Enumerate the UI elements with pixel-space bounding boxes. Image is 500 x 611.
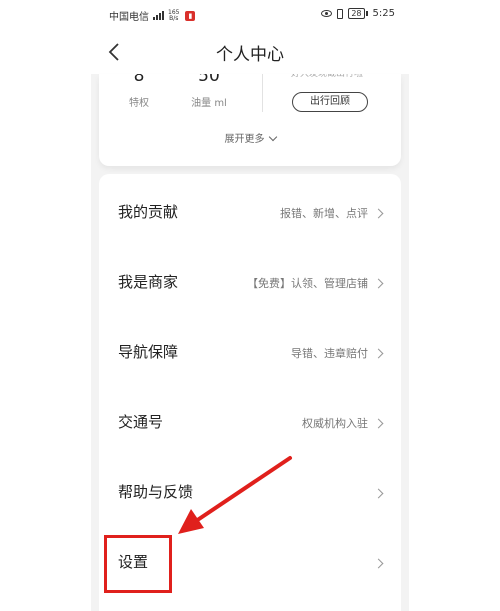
carrier-name: 中国电信 <box>109 12 149 23</box>
eye-icon <box>321 10 333 17</box>
chevron-right-icon <box>373 208 384 219</box>
chevron-down-icon <box>268 132 277 142</box>
net-speed: 165 B/s <box>168 8 180 22</box>
menu-item-merchant[interactable]: 我是商家 【免费】认领、管理店铺 <box>99 247 401 317</box>
trip-review-button[interactable]: 出行回顾 <box>292 92 368 112</box>
menu-item-contribution[interactable]: 我的贡献 报错、新增、点评 <box>99 177 401 247</box>
menu-item-label: 我的贡献 <box>118 203 179 221</box>
app-notification-icon: ▮ <box>185 10 196 21</box>
vibrate-icon <box>337 8 344 19</box>
status-bar: 中国电信 165 B/s ▮ 28 5:25 <box>91 0 409 28</box>
menu-item-desc: 权威机构入驻 <box>302 417 368 430</box>
menu-item-label: 我是商家 <box>118 273 179 291</box>
chevron-right-icon <box>373 418 384 429</box>
chevron-right-icon <box>373 278 384 289</box>
menu-item-label: 帮助与反馈 <box>118 483 194 501</box>
battery-icon: 28 <box>348 8 368 19</box>
trip-note: 好大发现截出行啦 <box>290 74 363 79</box>
menu-item-desc: 导错、违章赔付 <box>291 347 368 360</box>
stats-card: 8 特权 50 油量 ml 好大发现截出行啦 出行回顾 展开更多 <box>99 74 401 166</box>
menu-item-traffic-account[interactable]: 交通号 权威机构入驻 <box>99 387 401 457</box>
menu-item-desc: 【免费】认领、管理店铺 <box>247 277 368 290</box>
stat-value: 50 <box>198 74 220 86</box>
stat-label: 油量 ml <box>191 98 227 109</box>
menu-item-label: 设置 <box>118 553 149 571</box>
expand-more-button[interactable]: 展开更多 <box>99 130 401 145</box>
menu-item-settings[interactable]: 设置 <box>99 527 401 597</box>
nav-bar: 个人中心 <box>91 28 409 74</box>
phone-screen: 中国电信 165 B/s ▮ 28 5:25 个人中心 8 特权 50 油量 m… <box>91 0 409 611</box>
menu-item-label: 导航保障 <box>118 343 179 361</box>
chevron-right-icon <box>373 488 384 499</box>
battery-level: 28 <box>348 8 365 19</box>
menu-item-help-feedback[interactable]: 帮助与反馈 <box>99 457 401 527</box>
clock: 5:25 <box>372 8 395 19</box>
menu-list: 我的贡献 报错、新增、点评 我是商家 【免费】认领、管理店铺 导航保障 导错、违… <box>99 174 401 611</box>
menu-item-label: 交通号 <box>118 413 164 431</box>
chevron-right-icon <box>373 348 384 359</box>
stat-privilege[interactable]: 8 特权 <box>125 74 153 109</box>
expand-label: 展开更多 <box>224 134 265 145</box>
divider <box>262 74 263 112</box>
stat-label: 特权 <box>129 98 149 109</box>
stat-fuel[interactable]: 50 油量 ml <box>183 74 235 109</box>
page-title: 个人中心 <box>216 45 284 65</box>
stat-value: 8 <box>133 74 145 86</box>
menu-item-desc: 报错、新增、点评 <box>280 207 368 220</box>
chevron-right-icon <box>373 558 384 569</box>
menu-item-nav-guarantee[interactable]: 导航保障 导错、违章赔付 <box>99 317 401 387</box>
signal-icon <box>153 11 164 20</box>
